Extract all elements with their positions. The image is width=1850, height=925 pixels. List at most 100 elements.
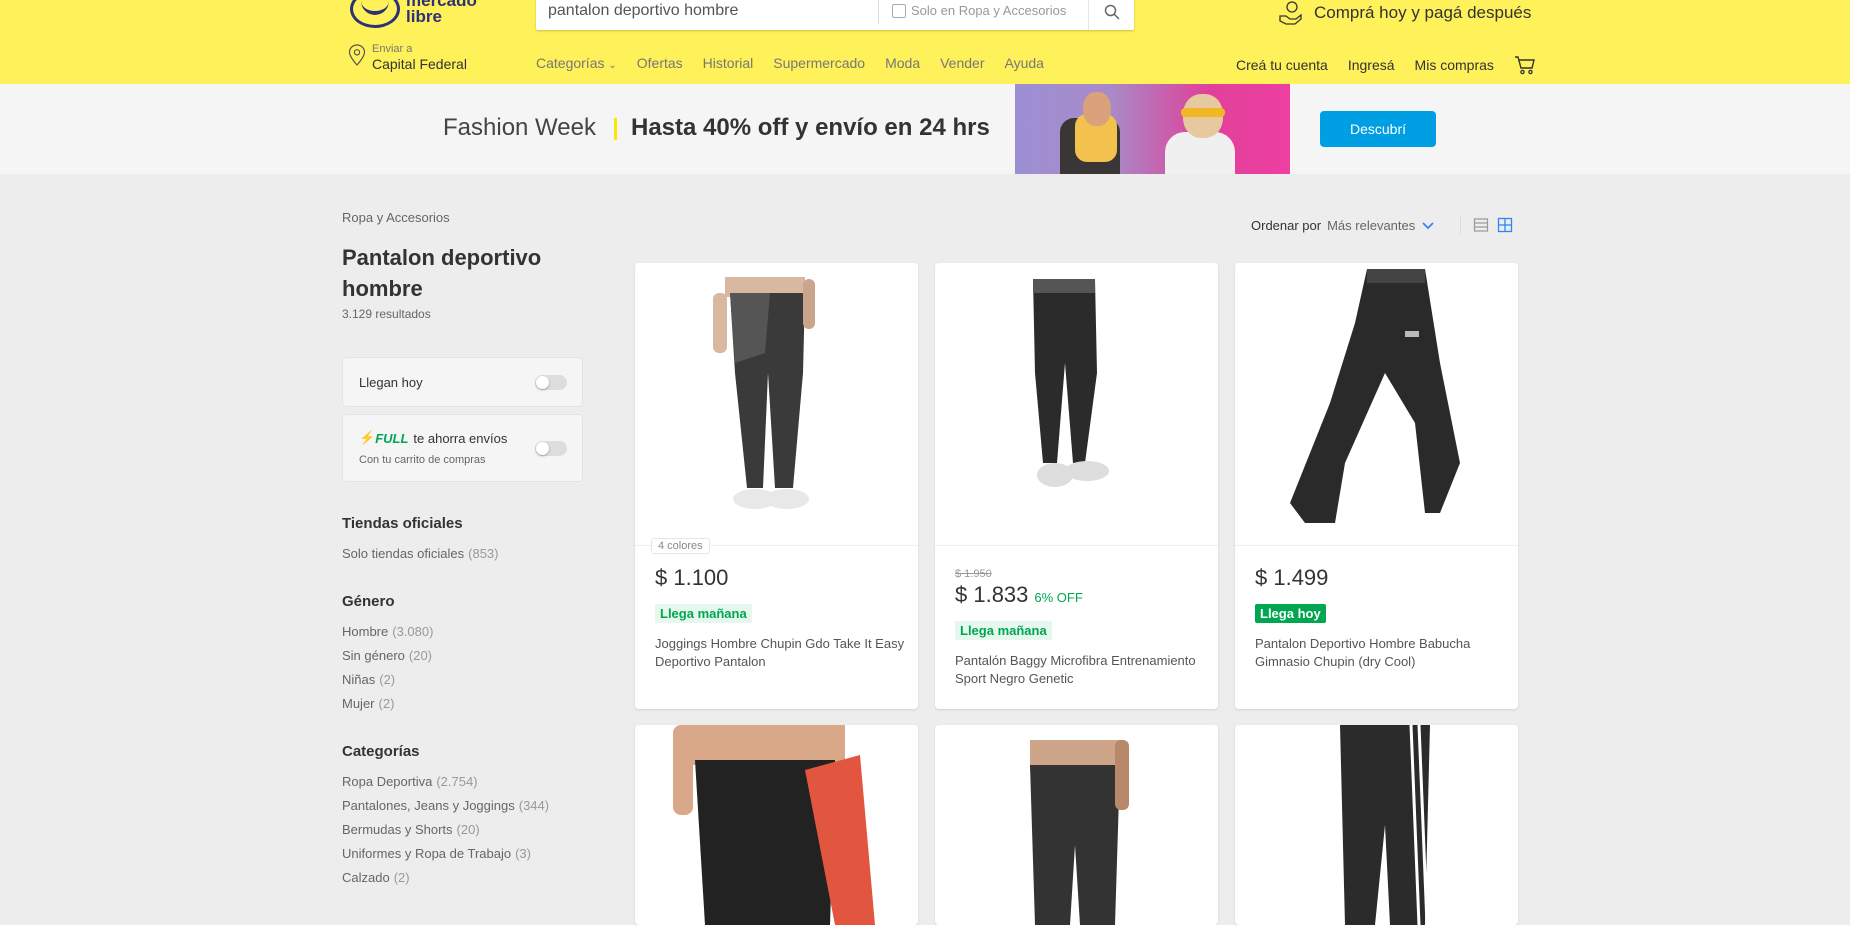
full-label: FULL <box>375 430 409 446</box>
view-toggle <box>1460 216 1513 234</box>
search-button[interactable] <box>1088 0 1134 30</box>
product-card[interactable] <box>635 725 918 925</box>
banner-title: Fashion Week <box>443 114 596 141</box>
product-image[interactable] <box>1235 263 1518 546</box>
filter-item[interactable]: Solo tiendas oficiales (853) <box>342 546 499 561</box>
search-filter-label: Solo en Ropa y Accesorios <box>911 3 1067 18</box>
pants-image <box>1290 269 1460 523</box>
header: mercado libre Solo en Ropa y Accesorios … <box>0 0 1850 84</box>
filter-item[interactable]: Uniformes y Ropa de Trabajo (3) <box>342 846 531 861</box>
filter-item-count: (853) <box>468 546 499 561</box>
promo-link[interactable]: Comprá hoy y pagá después <box>1278 0 1531 26</box>
filter-item-label: Calzado <box>342 870 390 885</box>
sort-selector[interactable]: Ordenar por Más relevantes <box>1251 218 1435 233</box>
sort-value: Más relevantes <box>1327 218 1416 233</box>
product-image[interactable] <box>635 725 918 925</box>
nav-moda[interactable]: Moda <box>885 55 920 71</box>
filter-item-count: (344) <box>518 798 550 813</box>
search-divider <box>878 0 879 24</box>
account-nav: Creá tu cuenta Ingresá Mis compras <box>1236 55 1536 75</box>
full-toggle[interactable] <box>535 441 567 456</box>
model-man-head <box>1083 92 1111 126</box>
product-image[interactable] <box>935 263 1218 546</box>
product-card[interactable]: $ 1.950 $ 1.833 6% OFF Llega mañana Panta… <box>935 263 1218 709</box>
login-link[interactable]: Ingresá <box>1348 57 1395 73</box>
nav-vender[interactable]: Vender <box>940 55 984 71</box>
nav-categorias[interactable]: Categorías ⌄ <box>536 55 617 71</box>
pants-image <box>1033 279 1109 487</box>
product-title[interactable]: Pantalón Baggy Microfibra Entrenamiento … <box>955 652 1205 688</box>
filter-item-label: Sin género <box>342 648 405 663</box>
banner-offer: Hasta 40% off y envío en 24 hrs <box>631 114 990 141</box>
view-divider <box>1460 216 1461 234</box>
create-account-link[interactable]: Creá tu cuenta <box>1236 57 1328 73</box>
search-category-filter[interactable]: Solo en Ropa y Accesorios <box>892 3 1066 18</box>
sort-label: Ordenar por <box>1251 218 1322 233</box>
section-categorias-title: Categorías <box>342 743 420 760</box>
location-pin-icon <box>348 44 366 66</box>
filter-item[interactable]: Bermudas y Shorts (20) <box>342 822 480 837</box>
mercadolibre-logo[interactable]: mercado libre <box>350 0 477 28</box>
nav-categorias-label: Categorías <box>536 55 605 71</box>
filter-item[interactable]: Ropa Deportiva (2.754) <box>342 774 478 789</box>
grid-view-icon[interactable] <box>1497 217 1513 233</box>
filter-item-count: (2.754) <box>436 774 478 789</box>
filter-item-label: Solo tiendas oficiales <box>342 546 465 561</box>
product-card[interactable]: 4 colores $ 1.100 Llega mañana Joggings … <box>635 263 918 709</box>
filter-llegan-hoy[interactable]: Llegan hoy <box>342 357 583 407</box>
lightning-icon: ⚡ <box>359 430 376 445</box>
product-card[interactable] <box>935 725 1218 925</box>
nav-historial[interactable]: Historial <box>703 55 754 71</box>
hand-coin-icon <box>1279 1 1302 25</box>
filter-item[interactable]: Hombre (3.080) <box>342 624 433 639</box>
nav-supermercado[interactable]: Supermercado <box>773 55 865 71</box>
cart-icon[interactable] <box>1514 55 1536 75</box>
nav-ofertas[interactable]: Ofertas <box>637 55 683 71</box>
filter-item-count: (2) <box>379 672 396 687</box>
filter-item-count: (2) <box>393 870 410 885</box>
filter-item[interactable]: Mujer (2) <box>342 696 394 711</box>
list-view-icon[interactable] <box>1473 217 1489 233</box>
shipping-badge: Llega mañana <box>655 604 752 623</box>
llegan-hoy-toggle[interactable] <box>535 375 567 390</box>
product-image[interactable] <box>1235 725 1518 925</box>
breadcrumb[interactable]: Ropa y Accesorios <box>342 210 450 225</box>
filter-full[interactable]: ⚡ FULL te ahorra envíos Con tu carrito d… <box>342 414 583 482</box>
shipping-badge: Llega mañana <box>955 621 1052 640</box>
shipping-badge: Llega hoy <box>1255 604 1326 623</box>
filter-item-label: Mujer <box>342 696 375 711</box>
handshake-logo-icon <box>350 0 400 28</box>
page-title: Pantalon deportivo hombre <box>342 245 542 301</box>
location-selector[interactable]: Enviar a Capital Federal <box>348 44 467 73</box>
filter-item-label: Niñas <box>342 672 376 687</box>
filter-item-label: Ropa Deportiva <box>342 774 433 789</box>
filter-item[interactable]: Pantalones, Jeans y Joggings (344) <box>342 798 549 813</box>
promo-text: Comprá hoy y pagá después <box>1314 3 1532 22</box>
filter-item[interactable]: Sin género (20) <box>342 648 432 663</box>
product-card[interactable]: $ 1.499 Llega hoy Pantalon Deportivo Hom… <box>1235 263 1518 709</box>
filter-item[interactable]: Niñas (2) <box>342 672 395 687</box>
search-icon <box>1104 4 1120 20</box>
filter-item-label: Pantalones, Jeans y Joggings <box>342 798 515 813</box>
discount-badge: 6% OFF <box>1034 590 1083 605</box>
product-image[interactable] <box>635 263 918 546</box>
filter-item-label: Uniformes y Ropa de Trabajo <box>342 846 512 861</box>
my-purchases-link[interactable]: Mis compras <box>1415 57 1494 73</box>
banner-cta-button[interactable]: Descubrí <box>1320 111 1436 147</box>
checkbox-icon[interactable] <box>892 3 906 18</box>
location-label: Enviar a <box>372 43 413 55</box>
product-card[interactable] <box>1235 725 1518 925</box>
filter-item-count: (2) <box>378 696 395 711</box>
full-text: te ahorra envíos <box>413 430 508 446</box>
promo-banner[interactable]: Fashion Week Hasta 40% off y envío en 24… <box>0 84 1850 174</box>
filter-item-label: Hombre <box>342 624 389 639</box>
model-woman-body <box>1165 132 1235 174</box>
product-price: $ 1.833 <box>955 582 1029 607</box>
product-title[interactable]: Joggings Hombre Chupin Gdo Take It Easy … <box>655 635 905 671</box>
product-title[interactable]: Pantalon Deportivo Hombre Babucha Gimnas… <box>1255 635 1505 671</box>
product-image[interactable] <box>935 725 1218 925</box>
nav-ayuda[interactable]: Ayuda <box>1004 55 1043 71</box>
filter-item[interactable]: Calzado (2) <box>342 870 410 885</box>
chevron-down-icon: ⌄ <box>608 60 617 71</box>
search-input[interactable] <box>548 0 878 26</box>
